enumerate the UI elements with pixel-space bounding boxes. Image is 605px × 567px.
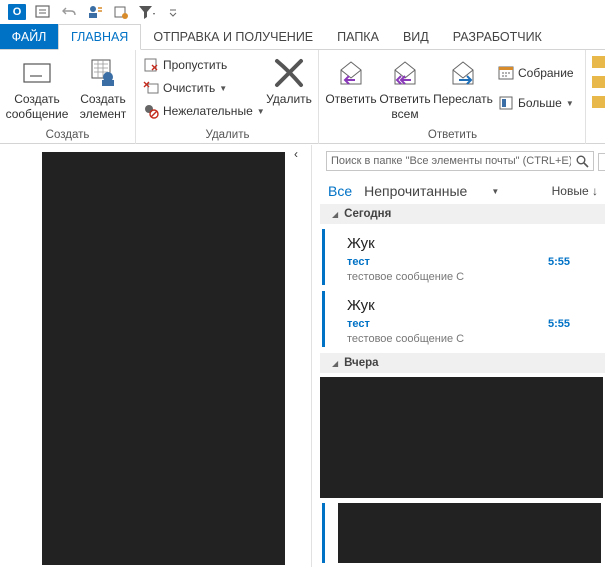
- group-create-label: Создать: [45, 129, 90, 141]
- redacted-message: [338, 503, 601, 563]
- ribbon-tabs: ФАЙЛ ГЛАВНАЯ ОТПРАВКА И ПОЛУЧЕНИЕ ПАПКА …: [0, 24, 605, 50]
- forward-label: Переслать: [433, 92, 493, 106]
- send-receive-icon[interactable]: [32, 2, 54, 22]
- search-input[interactable]: Поиск в папке "Все элементы почты" (CTRL…: [326, 151, 594, 171]
- list-item[interactable]: Жук тест тестовое сообщение С 5:55: [322, 291, 600, 347]
- filter-bar: Все Непрочитанные ▼ Новые ↓: [328, 180, 598, 202]
- tab-home[interactable]: ГЛАВНАЯ: [58, 24, 142, 50]
- message-list: Поиск в папке "Все элементы почты" (CTRL…: [320, 145, 605, 567]
- filter-icon[interactable]: [136, 2, 158, 22]
- junk-button[interactable]: Нежелательные ▼: [143, 101, 265, 121]
- junk-label: Нежелательные: [163, 104, 253, 118]
- message-subject: тест: [347, 318, 370, 330]
- message-time: 5:55: [547, 318, 570, 330]
- collapse-triangle-icon: ◢: [332, 209, 339, 219]
- new-item-button[interactable]: Создать элемент: [72, 54, 134, 122]
- chevron-down-icon: ▼: [256, 106, 265, 116]
- ignore-button[interactable]: Пропустить: [143, 55, 227, 75]
- group-respond: Ответить Ответить всем Переслать Собрани…: [320, 50, 586, 144]
- redacted-area: [42, 152, 285, 565]
- group-today-label: Сегодня: [344, 208, 392, 220]
- list-item[interactable]: Жук тест тестовое сообщение С 5:55: [322, 229, 600, 285]
- filter-unread[interactable]: Непрочитанные: [364, 183, 467, 199]
- new-email-icon: [22, 54, 52, 92]
- forward-button[interactable]: Переслать: [432, 54, 494, 107]
- group-delete-label: Удалить: [205, 129, 250, 141]
- customize-qat-icon[interactable]: [162, 2, 184, 22]
- group-respond-label: Ответить: [427, 129, 478, 141]
- new-items-icon: [88, 54, 118, 92]
- undo-icon[interactable]: [58, 2, 80, 22]
- meeting-label: Собрание: [518, 66, 574, 80]
- ribbon: Создать сообщение Создать элемент Создат…: [0, 50, 605, 144]
- new-message-button[interactable]: Создать сообщение: [4, 54, 70, 122]
- clean-up-label: Очистить: [163, 81, 216, 95]
- navigation-pane: ‹: [0, 145, 312, 567]
- collapse-triangle-icon: ◢: [332, 358, 339, 368]
- more-button[interactable]: Больше ▼: [498, 93, 574, 113]
- junk-icon: [145, 105, 159, 119]
- tab-send-receive[interactable]: ОТПРАВКА И ПОЛУЧЕНИЕ: [141, 24, 325, 49]
- search-placeholder: Поиск в папке "Все элементы почты" (CTRL…: [331, 155, 571, 167]
- search-icon: [576, 155, 589, 168]
- message-subject: тест: [347, 256, 370, 268]
- new-message-label: Создать сообщение: [5, 92, 69, 121]
- delete-button[interactable]: Удалить: [263, 54, 315, 107]
- reply-all-button[interactable]: Ответить всем: [378, 54, 432, 122]
- meeting-button[interactable]: Собрание: [498, 63, 574, 83]
- chevron-down-icon: ▼: [219, 83, 228, 93]
- ignore-icon: [144, 58, 158, 72]
- search-scope-edge: [598, 153, 605, 171]
- message-sender: Жук: [347, 235, 375, 252]
- ignore-label: Пропустить: [163, 58, 228, 72]
- redacted-message: [320, 377, 603, 498]
- group-header-today[interactable]: ◢ Сегодня: [320, 204, 605, 224]
- quick-steps-partial[interactable]: [588, 54, 605, 124]
- forward-icon: [447, 54, 479, 92]
- group-delete: Пропустить Очистить ▼ Нежелательные ▼ Уд…: [137, 50, 319, 144]
- clean-up-button[interactable]: Очистить ▼: [143, 78, 227, 98]
- delete-label: Удалить: [266, 92, 312, 106]
- outlook-logo-icon: O: [6, 2, 28, 22]
- group-yesterday-label: Вчера: [344, 357, 379, 369]
- tab-developer[interactable]: РАЗРАБОТЧИК: [441, 24, 554, 49]
- reply-icon: [335, 54, 367, 92]
- tab-folder[interactable]: ПАПКА: [325, 24, 391, 49]
- more-respond-icon: [499, 96, 513, 110]
- message-preview: тестовое сообщение С: [347, 333, 465, 345]
- quick-steps-icon: [592, 56, 605, 108]
- settings-icon[interactable]: [110, 2, 132, 22]
- filter-all[interactable]: Все: [328, 183, 352, 199]
- reply-button[interactable]: Ответить: [324, 54, 378, 107]
- message-preview: тестовое сообщение С: [347, 271, 465, 283]
- sort-label: Новые: [551, 184, 589, 198]
- new-item-label: Создать элемент: [79, 92, 127, 121]
- list-item[interactable]: [322, 503, 602, 563]
- chevron-down-icon: ▼: [565, 98, 574, 108]
- more-label: Больше: [518, 96, 562, 110]
- message-time: 5:55: [547, 256, 570, 268]
- tab-file[interactable]: ФАЙЛ: [0, 24, 58, 49]
- chevron-down-icon[interactable]: ▼: [491, 187, 499, 196]
- clean-up-icon: [143, 81, 159, 94]
- tab-view[interactable]: ВИД: [391, 24, 441, 49]
- group-create: Создать сообщение Создать элемент Создат…: [0, 50, 136, 144]
- sort-newest[interactable]: Новые ↓: [552, 184, 598, 198]
- calendar-icon: [498, 66, 514, 80]
- message-sender: Жук: [347, 297, 375, 314]
- delete-x-icon: [273, 54, 305, 92]
- reply-all-icon: [389, 54, 421, 92]
- reply-label: Ответить: [325, 92, 377, 106]
- collapse-pane-icon[interactable]: ‹: [294, 147, 298, 161]
- quick-access-toolbar: O: [0, 0, 605, 24]
- reply-all-label: Ответить всем: [379, 92, 431, 121]
- group-header-yesterday[interactable]: ◢ Вчера: [320, 353, 605, 373]
- address-book-icon[interactable]: [84, 2, 106, 22]
